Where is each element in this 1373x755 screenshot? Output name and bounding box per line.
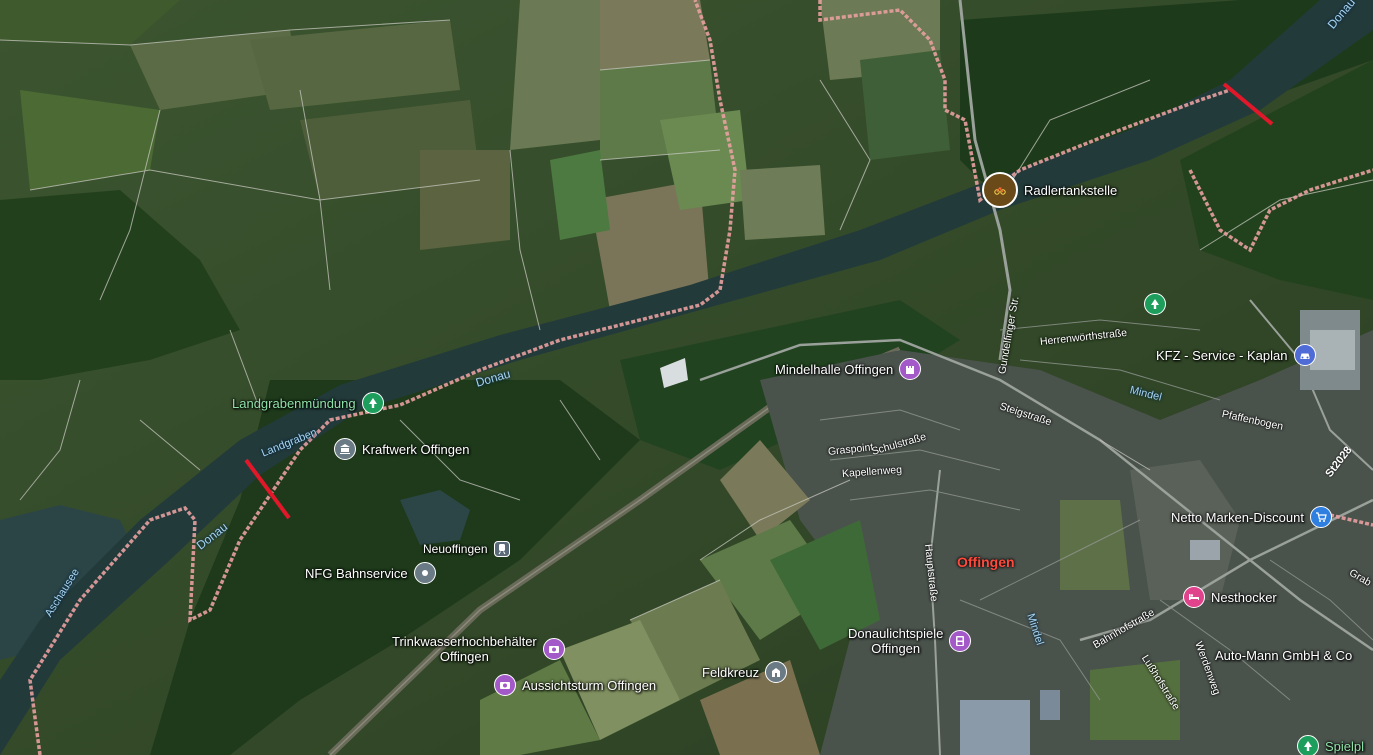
poi-auto-mann[interactable]: Auto-Mann GmbH & Co bbox=[1215, 648, 1352, 663]
cart-icon[interactable] bbox=[1309, 506, 1332, 528]
poi-label[interactable]: Landgrabenmündung bbox=[232, 396, 356, 411]
train-icon[interactable] bbox=[493, 541, 510, 557]
camera-icon[interactable] bbox=[542, 638, 565, 660]
map-imagery bbox=[0, 0, 1373, 755]
poi-kfz-service-kaplan[interactable]: KFZ - Service - Kaplan bbox=[1156, 344, 1316, 366]
town-label-offingen: Offingen bbox=[957, 554, 1015, 570]
poi-label[interactable]: KFZ - Service - Kaplan bbox=[1156, 348, 1288, 363]
bicycle-photo-icon[interactable] bbox=[982, 172, 1018, 208]
satellite-map[interactable]: Donau Donau Donau Landgraben Aschausee M… bbox=[0, 0, 1373, 755]
castle-icon[interactable] bbox=[899, 358, 922, 380]
poi-label[interactable]: Trinkwasserhochbehälter Offingen bbox=[392, 634, 537, 664]
car-icon[interactable] bbox=[1293, 344, 1316, 366]
poi-label[interactable]: NFG Bahnservice bbox=[305, 566, 408, 581]
poi-donaulichtspiele-offingen[interactable]: Donaulichtspiele Offingen bbox=[848, 626, 972, 656]
poi-label[interactable]: Feldkreuz bbox=[702, 665, 759, 680]
poi-mindelhalle-offingen[interactable]: Mindelhalle Offingen bbox=[775, 358, 922, 380]
poi-label[interactable]: Auto-Mann GmbH & Co bbox=[1215, 648, 1352, 663]
poi-nesthocker[interactable]: Nesthocker bbox=[1183, 586, 1277, 608]
cinema-icon[interactable] bbox=[949, 630, 972, 652]
poi-landgrabenmuendung[interactable]: Landgrabenmündung bbox=[232, 392, 384, 414]
poi-label[interactable]: Spielpl bbox=[1325, 739, 1364, 754]
poi-label[interactable]: Aussichtsturm Offingen bbox=[522, 678, 656, 693]
poi-spielplatz[interactable]: Spielpl bbox=[1297, 735, 1364, 755]
poi-label[interactable]: Netto Marken-Discount bbox=[1171, 510, 1304, 525]
poi-park[interactable] bbox=[1144, 293, 1166, 315]
poi-label[interactable]: Kraftwerk Offingen bbox=[362, 442, 469, 457]
church-icon[interactable] bbox=[765, 661, 788, 683]
poi-label[interactable]: Mindelhalle Offingen bbox=[775, 362, 893, 377]
camera-icon[interactable] bbox=[494, 674, 516, 696]
poi-kraftwerk-offingen[interactable]: Kraftwerk Offingen bbox=[334, 438, 469, 460]
poi-label[interactable]: Neuoffingen bbox=[423, 542, 488, 557]
bed-icon[interactable] bbox=[1183, 586, 1205, 608]
poi-label[interactable]: Nesthocker bbox=[1211, 590, 1277, 605]
pin-icon[interactable] bbox=[413, 562, 436, 584]
poi-trinkwasserhochbehaelter[interactable]: Trinkwasserhochbehälter Offingen bbox=[392, 634, 565, 664]
poi-label[interactable]: Radlertankstelle bbox=[1024, 183, 1117, 198]
poi-label[interactable]: Donaulichtspiele Offingen bbox=[848, 626, 943, 656]
poi-nfg-bahnservice[interactable]: NFG Bahnservice bbox=[305, 562, 436, 584]
tree-icon[interactable] bbox=[361, 392, 384, 414]
poi-radlertankstelle[interactable]: Radlertankstelle bbox=[982, 172, 1117, 208]
poi-aussichtsturm-offingen[interactable]: Aussichtsturm Offingen bbox=[494, 674, 656, 696]
tree-icon[interactable] bbox=[1144, 293, 1166, 315]
landmark-icon[interactable] bbox=[334, 438, 356, 460]
poi-feldkreuz[interactable]: Feldkreuz bbox=[702, 661, 788, 683]
tree-icon[interactable] bbox=[1297, 735, 1319, 755]
poi-neuoffingen[interactable]: Neuoffingen bbox=[423, 541, 510, 557]
poi-netto-marken-discount[interactable]: Netto Marken-Discount bbox=[1171, 506, 1332, 528]
